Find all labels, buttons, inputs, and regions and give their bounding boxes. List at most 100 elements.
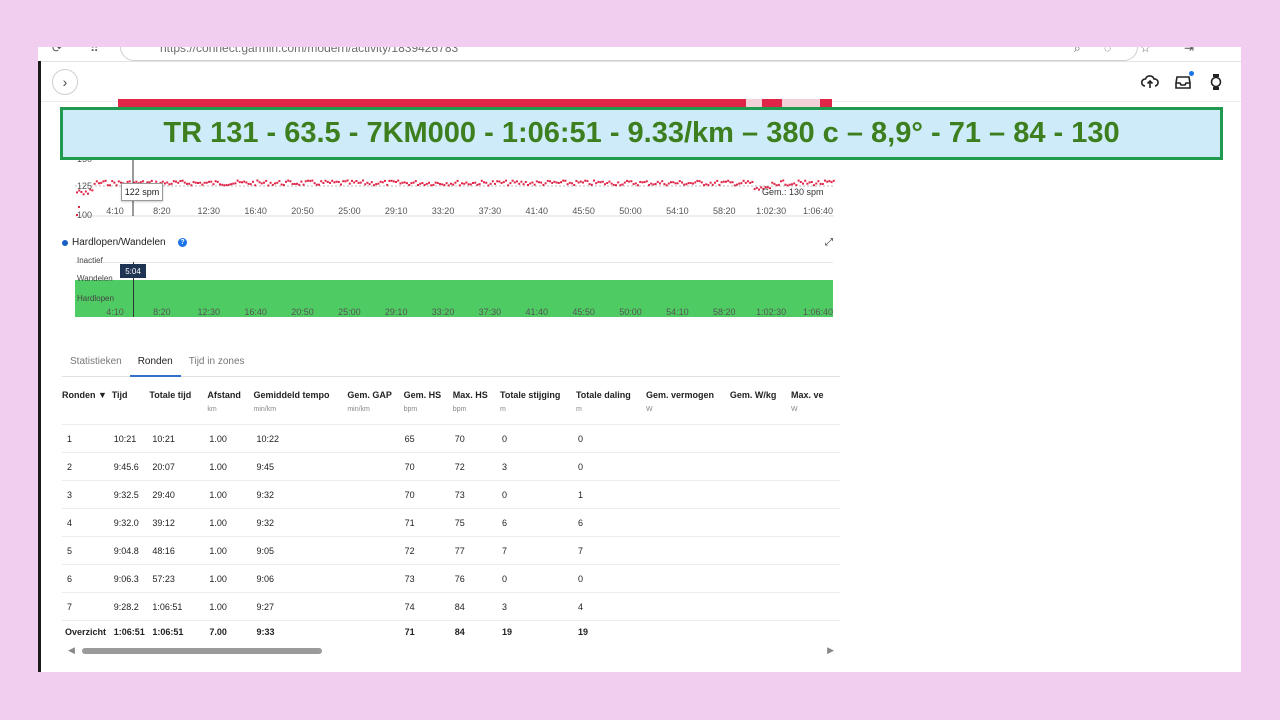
table-cell: 1:06:51 [111, 620, 150, 640]
cadence-x-tick: 41:40 [525, 206, 549, 216]
column-unit: bpm [403, 406, 418, 413]
activity-x-tick: 58:20 [713, 307, 736, 317]
table-cell [645, 536, 730, 565]
table-row[interactable]: 3 9:32.5 29:40 1.00 9:32 70 73 0 1 [62, 480, 840, 509]
column-header[interactable]: Totale daling [576, 390, 646, 406]
column-header[interactable]: Max. HS [453, 390, 500, 406]
table-cell [729, 620, 791, 640]
activity-x-tick: 4:10 [106, 307, 124, 317]
column-header[interactable]: Gem. W/kg [730, 390, 791, 406]
table-cell [729, 424, 791, 453]
activity-x-tick: 1:06:40 [802, 307, 834, 317]
table-cell [790, 564, 840, 593]
table-cell: 9:06 [253, 564, 348, 593]
table-row[interactable]: 5 9:04.8 48:16 1.00 9:05 72 77 7 7 [62, 536, 840, 565]
table-row[interactable]: 7 9:28.2 1:06:51 1.00 9:27 74 84 3 4 [62, 592, 840, 621]
laps-table: Ronden ▼ Tijd Totale tijd Afstand Gemiddeld … [62, 390, 840, 640]
notification-dot [1189, 71, 1194, 76]
table-cell: 1.00 [207, 508, 254, 537]
column-header[interactable]: Tijd [112, 390, 150, 406]
column-header[interactable]: Afstand [207, 390, 253, 406]
grid-line [75, 262, 833, 263]
sidebar-icon[interactable]: ⇥ [1184, 47, 1194, 55]
expand-icon[interactable]: ⤢ [825, 237, 833, 248]
table-cell [790, 452, 840, 481]
cadence-x-tick: 4:10 [106, 206, 124, 216]
cadence-y-tick: 100 [77, 210, 93, 220]
cadence-x-tick: 50:00 [619, 206, 642, 216]
activity-x-tick: 8:20 [153, 307, 171, 317]
table-unit-row: km min/km min/km bpm bpm m m W W [62, 406, 840, 425]
scroll-right-icon[interactable]: ▶ [827, 645, 834, 656]
tab-statistieken[interactable]: Statistieken [62, 350, 130, 375]
column-header[interactable]: Totale tijd [149, 390, 207, 406]
table-cell [790, 536, 840, 565]
table-cell [347, 424, 404, 453]
cadence-x-tick: 54:10 [666, 206, 689, 216]
activity-x-tick: 37:30 [478, 307, 502, 317]
table-cell: 65 [403, 424, 453, 453]
horizontal-scrollbar[interactable]: ◀ ▶ [66, 645, 836, 657]
table-cell [645, 620, 730, 640]
table-cell [347, 564, 404, 593]
column-unit: bpm [452, 406, 467, 413]
table-cell: 1 [575, 480, 646, 509]
activity-summary-banner: TR 131 - 63.5 - 7KM000 - 1:06:51 - 9.33/… [60, 107, 1223, 160]
help-icon[interactable]: ? [178, 238, 187, 247]
table-cell [347, 480, 404, 509]
column-header[interactable]: Gem. vermogen [646, 390, 730, 406]
column-header[interactable]: Gemiddeld tempo [254, 390, 348, 406]
table-cell: 2 [62, 452, 112, 481]
watch-icon[interactable] [1205, 71, 1227, 93]
summary-row[interactable]: Overzicht 1:06:51 1:06:51 7.00 9:33 71 84 19 19 [62, 620, 840, 640]
address-bar[interactable]: ⟳ ⠿ https://connect.garmin.com/modern/ac… [38, 47, 1241, 61]
table-cell: 7 [575, 536, 646, 565]
table-cell [645, 508, 730, 537]
column-header[interactable]: Max. ve [791, 390, 840, 406]
tab-ronden[interactable]: Ronden [129, 350, 181, 377]
table-cell: 7 [500, 536, 576, 565]
search-icon[interactable]: ⌕ [1074, 47, 1081, 56]
scroll-left-icon[interactable]: ◀ [68, 645, 75, 656]
scrollbar-thumb[interactable] [82, 648, 322, 654]
table-cell [645, 564, 730, 593]
bookmark-icon[interactable]: ☆ [1140, 47, 1151, 55]
table-cell: 76 [452, 564, 500, 593]
table-row[interactable]: 4 9:32.0 39:12 1.00 9:32 71 75 6 6 [62, 508, 840, 537]
apps-icon[interactable]: ⠿ [90, 47, 99, 55]
tab-tijd-in-zones[interactable]: Tijd in zones [181, 350, 253, 375]
laps-table-container: Ronden ▼ Tijd Totale tijd Afstand Gemiddeld … [62, 390, 840, 640]
table-cell: 1:06:51 [149, 620, 208, 640]
upload-cloud-icon[interactable] [1139, 71, 1161, 93]
table-cell: 74 [403, 592, 453, 621]
table-cell: 4 [575, 592, 646, 621]
table-cell [729, 592, 791, 621]
cadence-x-tick: 45:50 [572, 206, 595, 216]
table-cell: 0 [575, 452, 646, 481]
table-cell: 84 [452, 592, 500, 621]
cadence-x-tick: 33:20 [431, 206, 455, 216]
table-cell: 7.00 [207, 620, 254, 640]
column-header[interactable]: Totale stijging [500, 390, 576, 406]
table-cell: 3 [62, 480, 112, 509]
activity-x-tick: 16:40 [244, 307, 267, 317]
table-row[interactable]: 1 10:21 10:21 1.00 10:22 65 70 0 0 [62, 424, 840, 453]
column-header[interactable]: Gem. HS [404, 390, 453, 406]
table-row[interactable]: 6 9:06.3 57:23 1.00 9:06 73 76 0 0 [62, 564, 840, 593]
extension-icon[interactable]: ◌ [1104, 47, 1111, 55]
column-header[interactable]: Gem. GAP [347, 390, 403, 406]
column-unit [149, 406, 207, 425]
table-cell: 57:23 [149, 564, 208, 593]
table-cell: 9:32 [253, 508, 348, 537]
cadence-y-tick: 125 [77, 181, 93, 191]
table-cell: 9:45 [253, 452, 348, 481]
column-unit: W [790, 406, 798, 413]
table-cell [729, 536, 791, 565]
table-cell [790, 508, 840, 537]
chevron-right-icon[interactable]: › [52, 69, 78, 95]
activity-x-tick: 20:50 [291, 307, 314, 317]
table-row[interactable]: 2 9:45.6 20:07 1.00 9:45 70 72 3 0 [62, 452, 840, 481]
reload-icon[interactable]: ⟳ [52, 47, 62, 55]
table-cell: 1.00 [207, 564, 254, 593]
column-header[interactable]: Ronden ▼ [62, 390, 112, 406]
